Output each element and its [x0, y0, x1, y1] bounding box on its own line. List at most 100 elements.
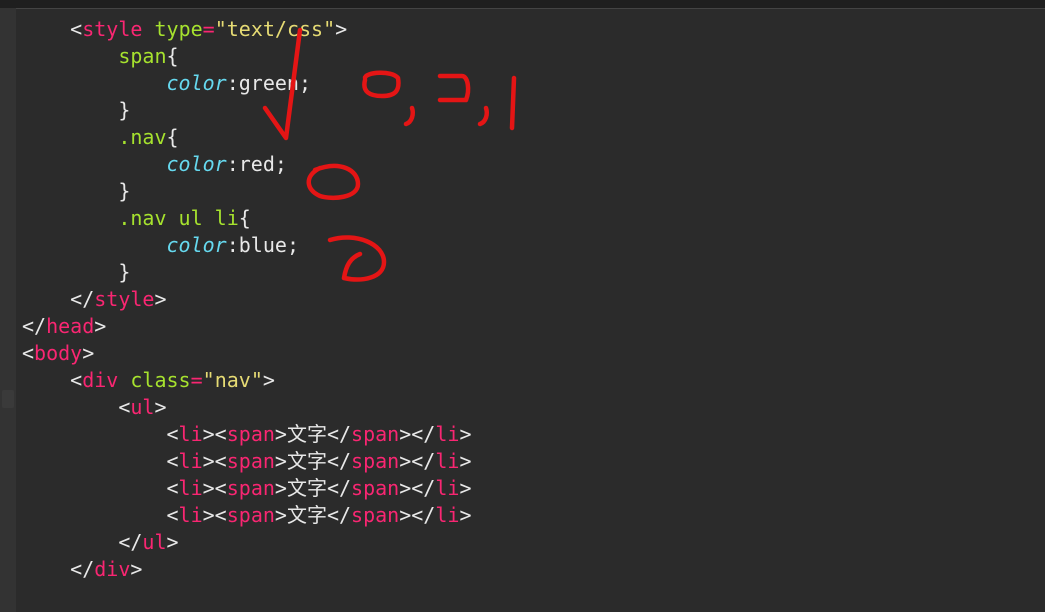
indent — [22, 475, 167, 502]
code-line[interactable]: <li><span>文字</span></li> — [22, 448, 471, 475]
token-tag: span — [351, 476, 399, 500]
token-pnc: >< — [203, 449, 227, 473]
code-line[interactable]: } — [22, 178, 471, 205]
token-pnc: ></ — [399, 422, 435, 446]
indent — [22, 43, 118, 70]
token-pnc: </ — [327, 503, 351, 527]
indent — [22, 556, 70, 583]
token-pnc: > — [94, 314, 106, 338]
token-tag: span — [227, 422, 275, 446]
token-tag: li — [435, 422, 459, 446]
code-line[interactable]: color:blue; — [22, 232, 471, 259]
token-pnc: { — [167, 125, 179, 149]
token-txt: 文字 — [287, 422, 327, 446]
token-val: green — [239, 71, 299, 95]
code-line[interactable]: .nav{ — [22, 124, 471, 151]
code-line[interactable]: <li><span>文字</span></li> — [22, 475, 471, 502]
token-tag: ul — [142, 530, 166, 554]
code-line[interactable]: color:red; — [22, 151, 471, 178]
token-tag: body — [34, 341, 82, 365]
token-val: red — [239, 152, 275, 176]
token-pnc: } — [118, 260, 130, 284]
token-prop: color — [167, 152, 227, 176]
code-line[interactable]: .nav ul li{ — [22, 205, 471, 232]
token-pnc: > — [154, 395, 166, 419]
code-line[interactable]: } — [22, 97, 471, 124]
token-pnc: ></ — [399, 503, 435, 527]
code-line[interactable]: <li><span>文字</span></li> — [22, 421, 471, 448]
token-tag: span — [351, 422, 399, 446]
token-tag: li — [435, 476, 459, 500]
code-line[interactable]: <ul> — [22, 394, 471, 421]
token-pnc: ; — [299, 71, 311, 95]
code-line[interactable]: span{ — [22, 43, 471, 70]
token-attr: class — [130, 368, 190, 392]
token-sel: .nav — [118, 125, 166, 149]
token-pnc: > — [167, 530, 179, 554]
token-pnc: >< — [203, 476, 227, 500]
token-tag: div — [82, 368, 118, 392]
token-pnc: > — [130, 557, 142, 581]
code-line[interactable]: <style type="text/css"> — [22, 16, 471, 43]
code-editor-content[interactable]: <style type="text/css"> span{ color:gree… — [22, 16, 471, 583]
token-pnc: < — [70, 368, 82, 392]
token-pnc: < — [167, 449, 179, 473]
token-txt: 文字 — [287, 449, 327, 473]
token-pnc: </ — [327, 449, 351, 473]
indent — [22, 367, 70, 394]
token-pnc: > — [275, 476, 287, 500]
token-tag: span — [227, 476, 275, 500]
token-pnc: </ — [327, 422, 351, 446]
token-tag: head — [46, 314, 94, 338]
token-tag: style — [82, 17, 142, 41]
token-pnc: ></ — [399, 476, 435, 500]
indent — [22, 421, 167, 448]
token-tag: li — [179, 422, 203, 446]
token-pnc: >< — [203, 503, 227, 527]
token-tag: ul — [130, 395, 154, 419]
token-op: = — [191, 368, 203, 392]
code-line[interactable]: </head> — [22, 313, 471, 340]
token-pnc: </ — [70, 557, 94, 581]
token-pnc: > — [275, 503, 287, 527]
indent — [22, 286, 70, 313]
indent — [22, 259, 118, 286]
token-tag: li — [179, 503, 203, 527]
token-txt — [118, 368, 130, 392]
token-sel: .nav ul li — [118, 206, 238, 230]
token-pnc: >< — [203, 422, 227, 446]
tab-bar — [0, 0, 1045, 9]
token-pnc: < — [118, 395, 130, 419]
code-line[interactable]: </div> — [22, 556, 471, 583]
indent — [22, 178, 118, 205]
token-sel: span — [118, 44, 166, 68]
token-str: "nav" — [203, 368, 263, 392]
indent — [22, 205, 118, 232]
token-pnc: </ — [118, 530, 142, 554]
token-tag: li — [179, 476, 203, 500]
code-line[interactable]: color:green; — [22, 70, 471, 97]
token-pnc: </ — [22, 314, 46, 338]
code-line[interactable]: </style> — [22, 286, 471, 313]
code-line[interactable]: <body> — [22, 340, 471, 367]
indent — [22, 97, 118, 124]
token-pnc: } — [118, 179, 130, 203]
token-pnc: : — [227, 71, 239, 95]
token-pnc: { — [239, 206, 251, 230]
code-line[interactable]: <div class="nav"> — [22, 367, 471, 394]
token-prop: color — [167, 233, 227, 257]
token-pnc: < — [70, 17, 82, 41]
indent — [22, 70, 167, 97]
token-tag: li — [435, 449, 459, 473]
code-line[interactable]: </ul> — [22, 529, 471, 556]
indent — [22, 16, 70, 43]
indent — [22, 448, 167, 475]
code-line[interactable]: } — [22, 259, 471, 286]
indent — [22, 151, 167, 178]
gutter-mark — [2, 390, 14, 408]
token-pnc: < — [167, 503, 179, 527]
code-line[interactable]: <li><span>文字</span></li> — [22, 502, 471, 529]
token-pnc: </ — [70, 287, 94, 311]
token-pnc: > — [275, 422, 287, 446]
token-pnc: < — [167, 422, 179, 446]
